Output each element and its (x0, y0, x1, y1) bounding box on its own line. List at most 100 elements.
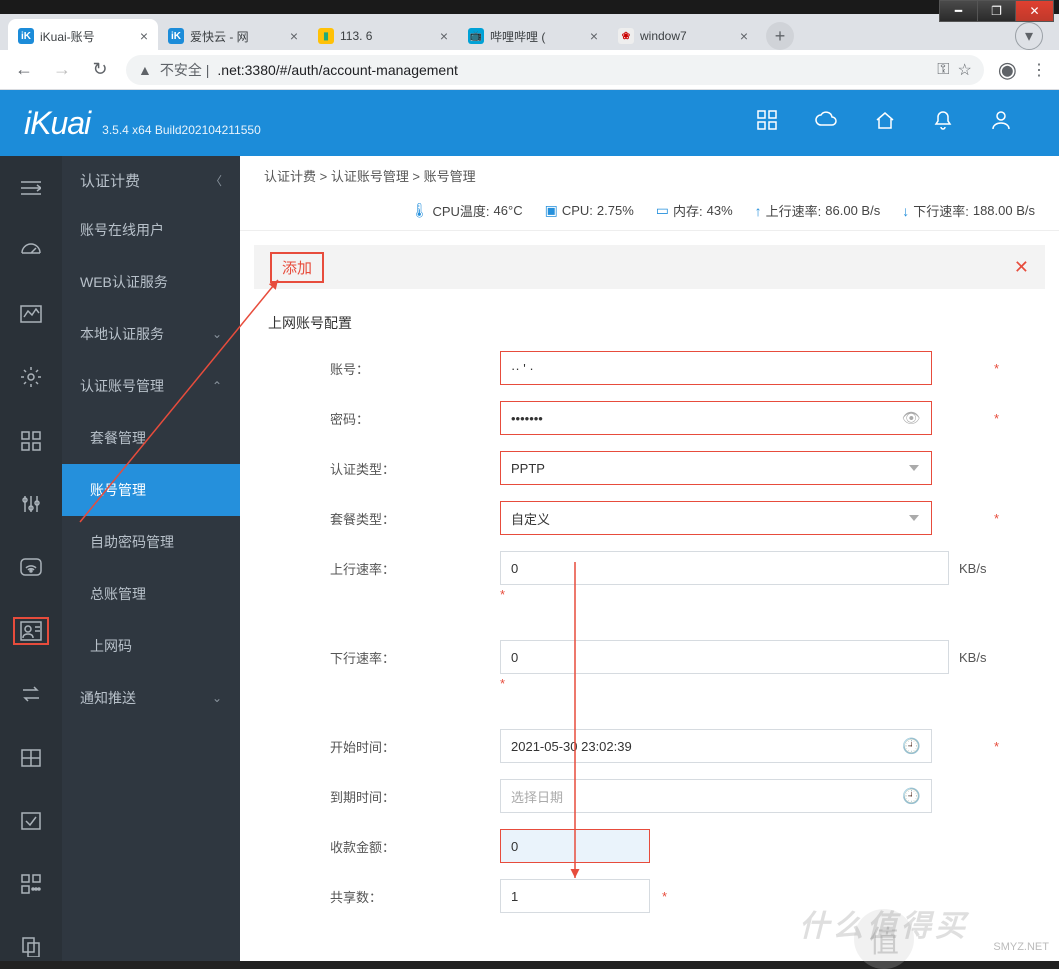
rail-sliders-icon[interactable] (13, 490, 49, 517)
rail-collapse-icon[interactable] (13, 174, 49, 201)
memory-icon: ▭ (656, 202, 669, 219)
bookmark-star-icon[interactable]: ☆ (957, 60, 971, 80)
share-input[interactable]: 1 (500, 879, 650, 913)
tab-title: 爱快云 - 网 (190, 28, 284, 45)
rail-apps-icon[interactable] (13, 427, 49, 454)
build-version: 3.5.4 x64 Build202104211550 (102, 123, 261, 137)
upload-icon: ↑ (755, 203, 762, 219)
new-tab-button[interactable]: + (766, 22, 794, 50)
downrate-input[interactable]: 0 (500, 640, 949, 674)
cloud-icon[interactable] (815, 110, 837, 136)
clock-icon: 🕘 (902, 737, 921, 755)
watermark-brand: 什么值得买 (799, 901, 969, 945)
sidebar-item-account-mgmt[interactable]: 账号管理 (62, 464, 240, 516)
tab-close-icon[interactable]: × (740, 28, 748, 44)
sidebar-item-auth-account-mgmt[interactable]: 认证账号管理⌃ (62, 360, 240, 412)
tab-close-icon[interactable]: × (590, 28, 598, 44)
password-label: 密码： (330, 409, 500, 428)
nav-back[interactable]: ← (12, 59, 36, 80)
tab-close-icon[interactable]: × (140, 28, 148, 44)
download-icon: ↓ (902, 203, 909, 219)
rail-monitor-icon[interactable] (13, 300, 49, 327)
starttime-label: 开始时间： (330, 737, 500, 756)
tab-ikuai-account[interactable]: iK iKuai-账号 × (8, 19, 158, 53)
favicon-baidu: ❀ (618, 28, 634, 44)
bell-icon[interactable] (933, 110, 953, 136)
chevron-left-icon[interactable]: 〈 (210, 172, 222, 189)
endtime-label: 到期时间： (330, 787, 500, 806)
tab-bilibili[interactable]: 📺 哔哩哔哩 ( × (458, 19, 608, 53)
home-icon[interactable] (875, 110, 895, 136)
downrate-suffix: KB/s (959, 650, 999, 665)
authtype-label: 认证类型： (330, 459, 500, 478)
insecure-icon: ▲ (138, 62, 152, 78)
favicon-bilibili: 📺 (468, 28, 484, 44)
account-label: 账号： (330, 359, 500, 378)
tab-close-icon[interactable]: × (440, 28, 448, 44)
rail-settings-icon[interactable] (13, 364, 49, 391)
window-close[interactable]: ✕ (1015, 0, 1054, 22)
sidebar-item-net-code[interactable]: 上网码 (62, 620, 240, 672)
tab-aikuai-cloud[interactable]: iK 爱快云 - 网 × (158, 19, 308, 53)
rail-auth-icon[interactable] (13, 617, 49, 645)
endtime-input[interactable]: 选择日期🕘 (500, 779, 932, 813)
tab-title: 哔哩哔哩 ( (490, 28, 584, 45)
status-bar: 🌡CPU温度: 46°C ▣CPU: 2.75% ▭内存: 43% ↑上行速率:… (240, 195, 1059, 231)
url-prefix: 不安全 | (160, 60, 210, 80)
uprate-label: 上行速率： (330, 559, 500, 578)
uprate-input[interactable]: 0 (500, 551, 949, 585)
add-button[interactable]: 添加 (270, 252, 324, 283)
user-icon[interactable] (991, 110, 1011, 136)
sidebar-item-online-users[interactable]: 账号在线用户 (62, 204, 240, 256)
rail-check-icon[interactable] (13, 807, 49, 834)
tab-search-icon[interactable]: ▾ (1015, 22, 1043, 50)
sidebar-item-self-password[interactable]: 自助密码管理 (62, 516, 240, 568)
rail-flow-icon[interactable] (13, 681, 49, 708)
sidebar-item-notifications[interactable]: 通知推送⌄ (62, 672, 240, 724)
address-bar[interactable]: ▲ 不安全 | .net:3380/#/auth/account-managem… (126, 55, 984, 85)
section-title: 上网账号配置 (240, 289, 1059, 343)
sidebar-item-local-auth[interactable]: 本地认证服务⌄ (62, 308, 240, 360)
sidebar-heading: 认证计费〈 (62, 156, 240, 204)
rail-grid-icon[interactable] (13, 744, 49, 771)
rail-wifi-icon[interactable] (13, 553, 49, 580)
app-header: iKuai 3.5.4 x64 Build202104211550 (0, 90, 1059, 156)
rail-dashboard-icon[interactable] (13, 237, 49, 264)
menu-icon[interactable]: ⋮ (1031, 60, 1047, 80)
tab-close-icon[interactable]: × (290, 28, 298, 44)
eye-icon[interactable]: 👁 (902, 409, 921, 427)
nav-reload[interactable]: ↻ (88, 59, 112, 80)
favicon-box: ▮ (318, 28, 334, 44)
chevron-up-icon: ⌃ (212, 379, 222, 393)
sidebar-item-plan-mgmt[interactable]: 套餐管理 (62, 412, 240, 464)
sidebar-item-web-auth[interactable]: WEB认证服务 (62, 256, 240, 308)
uprate-suffix: KB/s (959, 561, 999, 576)
close-panel-icon[interactable]: ✕ (1014, 257, 1029, 278)
profile-icon[interactable]: ◉ (998, 57, 1017, 83)
password-input[interactable]: •••••••👁 (500, 401, 932, 435)
starttime-input[interactable]: 2021-05-30 23:02:39🕘 (500, 729, 932, 763)
account-input[interactable]: ·· ' · (500, 351, 932, 385)
amount-input[interactable]: 0 (500, 829, 650, 863)
tab-window7[interactable]: ❀ window7 × (608, 19, 758, 53)
plantype-label: 套餐类型： (330, 509, 500, 528)
rail-copy-icon[interactable] (13, 934, 49, 961)
plantype-select[interactable]: 自定义 (500, 501, 932, 535)
authtype-select[interactable]: PPTP (500, 451, 932, 485)
sidebar-item-ledger-mgmt[interactable]: 总账管理 (62, 568, 240, 620)
tab-title: 113. 6 (340, 29, 434, 43)
url-text: .net:3380/#/auth/account-management (217, 62, 458, 78)
thermometer-icon: 🌡 (411, 202, 429, 219)
share-label: 共享数： (330, 887, 500, 906)
window-maximize[interactable]: ❐ (977, 0, 1016, 22)
window-minimize[interactable]: ━ (939, 0, 978, 22)
apps-icon[interactable] (757, 110, 777, 136)
amount-label: 收款金额： (330, 837, 500, 856)
tab-113[interactable]: ▮ 113. 6 × (308, 19, 458, 53)
watermark-text: SMYZ.NET (993, 941, 1049, 953)
browser-tabs: iK iKuai-账号 × iK 爱快云 - 网 × ▮ 113. 6 × 📺 … (0, 14, 1059, 50)
key-icon[interactable]: ⚿ (937, 61, 949, 79)
cpu-icon: ▣ (545, 202, 558, 219)
chevron-down-icon: ⌄ (212, 327, 222, 341)
rail-more-icon[interactable] (13, 871, 49, 898)
